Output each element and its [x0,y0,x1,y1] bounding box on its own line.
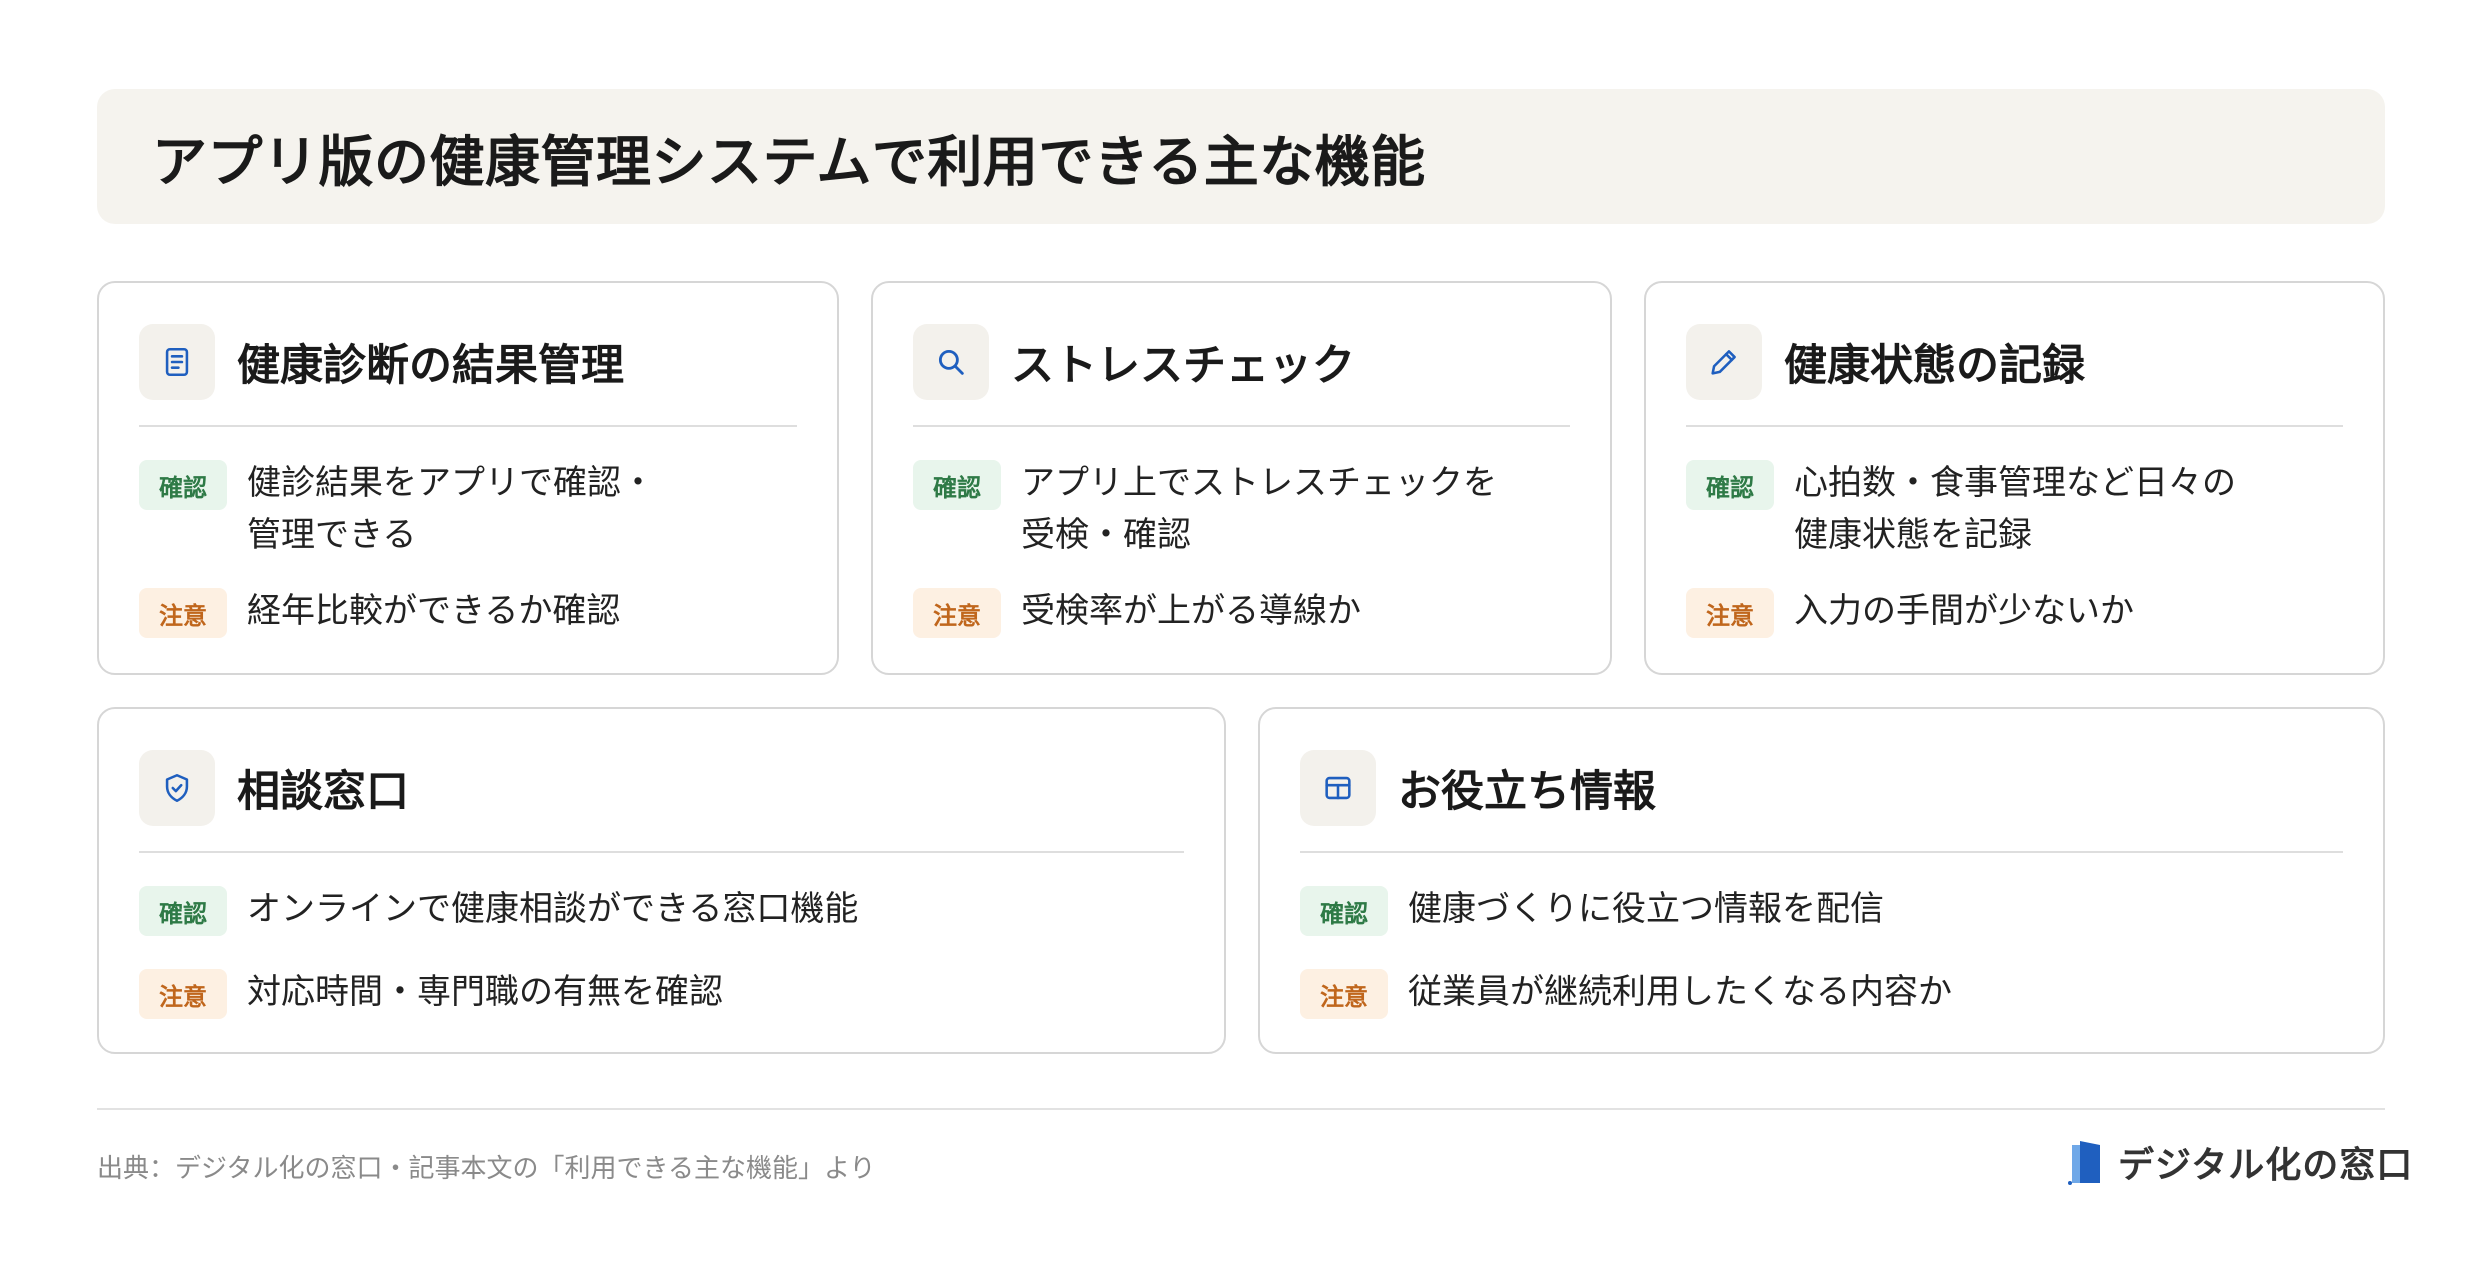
check-line: 受検・確認 [1021,515,1191,555]
card-header: 健康診断の結果管理 [139,323,797,401]
check-line: 管理できる [247,515,417,555]
note-badge: 注意 [139,588,227,638]
note-text: 従業員が継続利用したくなる内容か [1408,972,1952,1012]
check-text: 健康づくりに役立つ情報を配信 [1408,889,1884,929]
note-item: 注意 受検率が上がる導線か [913,585,1570,638]
note-badge: 注意 [1300,969,1388,1019]
feature-card-health-checkup: 健康診断の結果管理 確認 健診結果をアプリで確認・ 管理できる 注意 経年比較が… [97,281,839,675]
document-icon [139,324,215,400]
grid-icon [1300,750,1376,826]
note-item: 注意 経年比較ができるか確認 [139,585,797,638]
check-line: 健康状態を記録 [1794,515,2032,555]
check-badge: 確認 [1686,460,1774,510]
feature-card-useful-info: お役立ち情報 確認 健康づくりに役立つ情報を配信 注意 従業員が継続利用したくな… [1258,707,2385,1054]
check-text: 心拍数・食事管理など日々の 健康状態を記録 [1794,457,2236,561]
feature-card-health-record: 健康状態の記録 確認 心拍数・食事管理など日々の 健康状態を記録 注意 入力の手… [1644,281,2385,675]
source-note: 出典：デジタル化の窓口・記事本文の「利用できる主な機能」より [97,1154,876,1184]
note-text: 対応時間・専門職の有無を確認 [247,972,723,1012]
check-text: オンラインで健康相談ができる窓口機能 [247,889,859,929]
footer-divider [97,1108,2385,1110]
check-line: 健診結果をアプリで確認・ [247,463,655,503]
note-text: 入力の手間が少ないか [1794,591,2134,631]
check-line: アプリ上でストレスチェックを [1021,463,1497,503]
search-icon [913,324,989,400]
check-text: 健診結果をアプリで確認・ 管理できる [247,457,655,561]
card-divider [1686,425,2343,427]
card-divider [1300,851,2343,853]
note-badge: 注意 [139,969,227,1019]
note-item: 注意 入力の手間が少ないか [1686,585,2343,638]
note-badge: 注意 [913,588,1001,638]
page-title: アプリ版の健康管理システムで利用できる主な機能 [152,129,1426,194]
check-badge: 確認 [139,886,227,936]
check-line: 心拍数・食事管理など日々の [1794,463,2236,503]
note-text: 経年比較ができるか確認 [247,591,621,631]
card-header: 健康状態の記録 [1686,323,2343,401]
note-text: 受検率が上がる導線か [1021,591,1361,631]
brand-logo: デジタル化の窓口 [2068,1136,2413,1188]
check-item: 確認 アプリ上でストレスチェックを 受検・確認 [913,457,1570,561]
check-badge: 確認 [913,460,1001,510]
pencil-icon [1686,324,1762,400]
card-title: ストレスチェック [1011,341,1355,391]
card-title: 健康状態の記録 [1784,341,2085,391]
check-text: アプリ上でストレスチェックを 受検・確認 [1021,457,1497,561]
check-item: 確認 健康づくりに役立つ情報を配信 [1300,883,2343,936]
check-badge: 確認 [139,460,227,510]
card-title: お役立ち情報 [1398,767,1656,817]
card-header: 相談窓口 [139,749,1184,827]
door-logo-icon [2068,1141,2100,1185]
shield-check-icon [139,750,215,826]
note-badge: 注意 [1686,588,1774,638]
feature-card-consultation: 相談窓口 確認 オンラインで健康相談ができる窓口機能 注意 対応時間・専門職の有… [97,707,1226,1054]
note-item: 注意 対応時間・専門職の有無を確認 [139,966,1184,1019]
title-banner: アプリ版の健康管理システムで利用できる主な機能 [97,89,2385,224]
card-title: 健康診断の結果管理 [237,341,624,391]
card-title: 相談窓口 [237,767,409,817]
card-divider [139,425,797,427]
brand-name: デジタル化の窓口 [2118,1145,2414,1186]
check-badge: 確認 [1300,886,1388,936]
card-divider [913,425,1570,427]
card-header: お役立ち情報 [1300,749,2343,827]
check-item: 確認 健診結果をアプリで確認・ 管理できる [139,457,797,561]
card-divider [139,851,1184,853]
check-item: 確認 オンラインで健康相談ができる窓口機能 [139,883,1184,936]
feature-card-stress-check: ストレスチェック 確認 アプリ上でストレスチェックを 受検・確認 注意 受検率が… [871,281,1612,675]
note-item: 注意 従業員が継続利用したくなる内容か [1300,966,2343,1019]
check-item: 確認 心拍数・食事管理など日々の 健康状態を記録 [1686,457,2343,561]
card-header: ストレスチェック [913,323,1570,401]
